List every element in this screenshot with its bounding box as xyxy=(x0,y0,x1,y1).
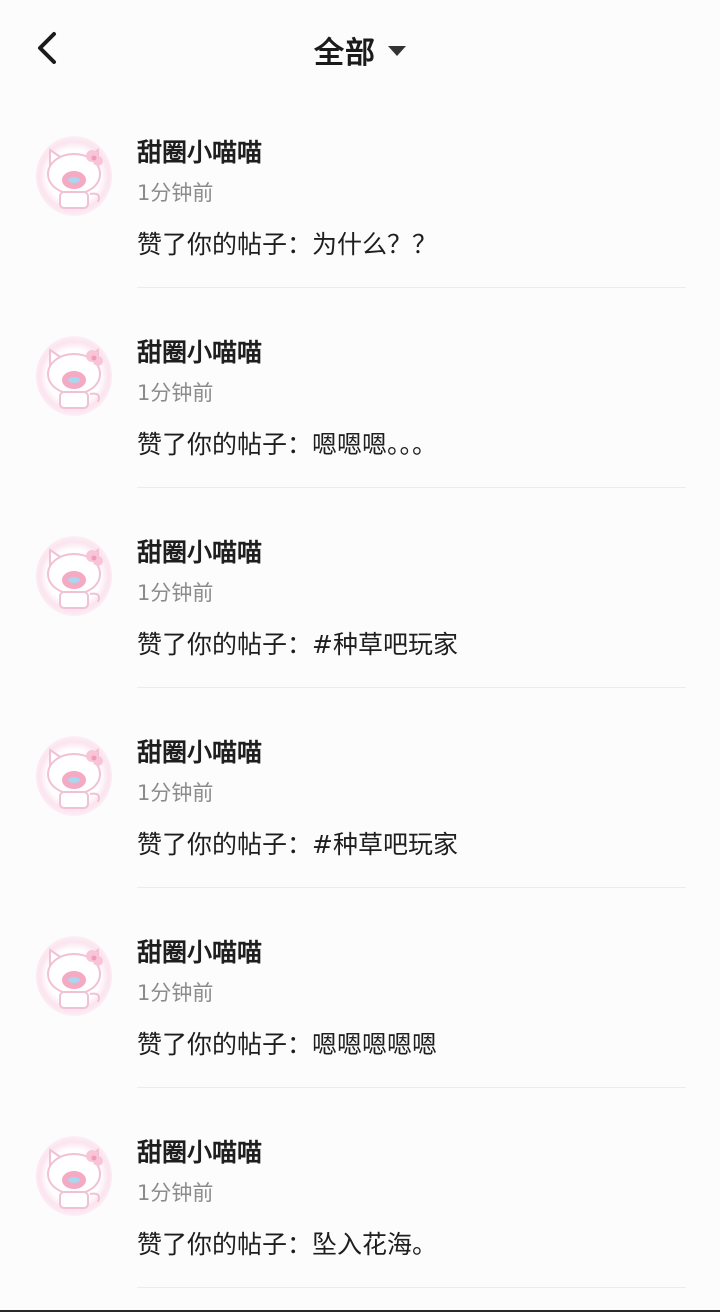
timestamp: 1分钟前 xyxy=(137,381,214,405)
username[interactable]: 甜圈小喵喵 xyxy=(137,1136,262,1170)
username[interactable]: 甜圈小喵喵 xyxy=(137,136,262,170)
notification-list: 甜圈小喵喵 1分钟前 赞了你的帖子：为什么？？ 甜圈小喵喵 1分钟前 赞了你的帖… xyxy=(0,100,720,1300)
caret-down-icon xyxy=(388,46,406,56)
timestamp: 1分钟前 xyxy=(137,181,214,205)
avatar[interactable] xyxy=(36,736,112,816)
avatar[interactable] xyxy=(36,1136,112,1216)
filter-dropdown[interactable]: 全部 xyxy=(0,28,720,72)
page-title: 全部 xyxy=(314,36,376,71)
notification-item[interactable]: 甜圈小喵喵 1分钟前 赞了你的帖子：为什么？？ xyxy=(0,100,720,300)
divider xyxy=(137,1287,686,1288)
kitty-avatar-icon xyxy=(47,748,103,809)
divider xyxy=(137,687,686,688)
notification-item[interactable]: 甜圈小喵喵 1分钟前 赞了你的帖子：嗯嗯嗯。。。 xyxy=(0,300,720,500)
avatar[interactable] xyxy=(36,536,112,616)
username[interactable]: 甜圈小喵喵 xyxy=(137,536,262,570)
timestamp: 1分钟前 xyxy=(137,781,214,805)
avatar[interactable] xyxy=(36,936,112,1016)
notification-text[interactable]: 赞了你的帖子：嗯嗯嗯嗯嗯 xyxy=(137,1028,437,1062)
kitty-avatar-icon xyxy=(47,548,103,609)
notification-text[interactable]: 赞了你的帖子：嗯嗯嗯。。。 xyxy=(137,428,437,462)
kitty-avatar-icon xyxy=(47,148,103,209)
notification-item[interactable]: 甜圈小喵喵 1分钟前 赞了你的帖子：#种草吧玩家 xyxy=(0,500,720,700)
divider xyxy=(137,487,686,488)
notification-text[interactable]: 赞了你的帖子：#种草吧玩家 xyxy=(137,628,458,662)
timestamp: 1分钟前 xyxy=(137,981,214,1005)
notification-item[interactable]: 甜圈小喵喵 1分钟前 赞了你的帖子：嗯嗯嗯嗯嗯 xyxy=(0,900,720,1100)
kitty-avatar-icon xyxy=(47,1148,103,1209)
divider xyxy=(137,287,686,288)
notification-item[interactable]: 甜圈小喵喵 1分钟前 赞了你的帖子：#种草吧玩家 xyxy=(0,700,720,900)
username[interactable]: 甜圈小喵喵 xyxy=(137,736,262,770)
divider xyxy=(137,887,686,888)
username[interactable]: 甜圈小喵喵 xyxy=(137,936,262,970)
notification-text[interactable]: 赞了你的帖子：坠入花海。 xyxy=(137,1228,437,1262)
kitty-avatar-icon xyxy=(47,948,103,1009)
notification-item[interactable]: 甜圈小喵喵 1分钟前 赞了你的帖子：坠入花海。 xyxy=(0,1100,720,1300)
kitty-avatar-icon xyxy=(47,348,103,409)
timestamp: 1分钟前 xyxy=(137,1181,214,1205)
notification-text[interactable]: 赞了你的帖子：#种草吧玩家 xyxy=(137,828,458,862)
top-bar: 全部 xyxy=(0,0,720,100)
timestamp: 1分钟前 xyxy=(137,581,214,605)
avatar[interactable] xyxy=(36,336,112,416)
notification-text[interactable]: 赞了你的帖子：为什么？？ xyxy=(137,228,437,262)
username[interactable]: 甜圈小喵喵 xyxy=(137,336,262,370)
divider xyxy=(137,1087,686,1088)
avatar[interactable] xyxy=(36,136,112,216)
